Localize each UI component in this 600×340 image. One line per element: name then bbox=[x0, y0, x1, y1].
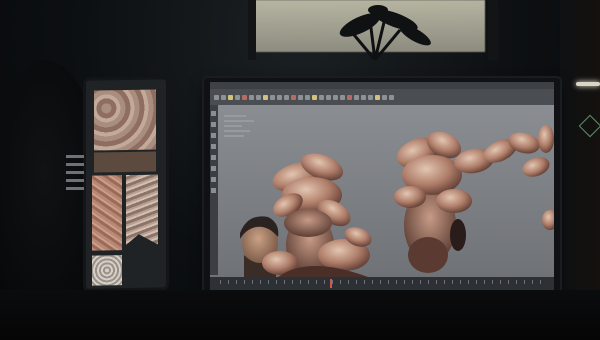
tool-icon[interactable] bbox=[319, 94, 324, 100]
tool-icon[interactable] bbox=[256, 94, 261, 100]
tool-icon[interactable] bbox=[368, 94, 373, 100]
toolbar[interactable] bbox=[210, 89, 554, 105]
right-wall bbox=[560, 0, 600, 340]
tool-icon[interactable] bbox=[389, 94, 394, 100]
tool-icon[interactable] bbox=[249, 94, 254, 100]
tool-icon[interactable] bbox=[263, 94, 268, 100]
tool-icon[interactable] bbox=[221, 94, 226, 100]
tool-icon[interactable] bbox=[277, 94, 282, 100]
tool-icon[interactable] bbox=[312, 94, 317, 100]
tool-icon[interactable] bbox=[354, 94, 359, 100]
texture-swatch bbox=[126, 174, 158, 245]
timeline-bar[interactable] bbox=[210, 277, 554, 290]
desk bbox=[0, 290, 600, 340]
tool-shelf-left[interactable] bbox=[210, 105, 218, 275]
plant-silhouette bbox=[339, 5, 431, 60]
lamp bbox=[576, 82, 600, 86]
tool-icon[interactable] bbox=[347, 94, 352, 100]
photo-scene bbox=[0, 0, 600, 340]
texture-swatch bbox=[94, 89, 156, 151]
tool-icon[interactable] bbox=[242, 94, 247, 100]
tool-icon[interactable] bbox=[340, 94, 345, 100]
tool-icon[interactable] bbox=[228, 94, 233, 100]
tool-icon[interactable] bbox=[333, 94, 338, 100]
tool-icon[interactable] bbox=[375, 94, 380, 100]
texture-swatch bbox=[94, 151, 156, 173]
tool-icon[interactable] bbox=[291, 94, 296, 100]
left-monitor bbox=[86, 79, 166, 289]
tool-icon[interactable] bbox=[326, 94, 331, 100]
texture-swatch bbox=[92, 175, 122, 251]
tool-icon[interactable] bbox=[382, 94, 387, 100]
tool-icon[interactable] bbox=[270, 94, 275, 100]
left-monitor-ui bbox=[66, 150, 84, 220]
tool-icon[interactable] bbox=[361, 94, 366, 100]
tool-icon[interactable] bbox=[305, 94, 310, 100]
texture-swatch bbox=[92, 255, 122, 286]
infected-head-model bbox=[394, 125, 554, 273]
main-monitor bbox=[204, 78, 560, 296]
channel-box-list[interactable] bbox=[224, 112, 284, 152]
menu-bar[interactable] bbox=[210, 82, 554, 89]
tool-icon[interactable] bbox=[235, 94, 240, 100]
tool-icon[interactable] bbox=[298, 94, 303, 100]
infected-head-model bbox=[262, 153, 372, 277]
3d-software-window bbox=[210, 82, 554, 290]
timeline-playhead[interactable] bbox=[330, 279, 332, 288]
tool-icon[interactable] bbox=[284, 94, 289, 100]
tool-icon[interactable] bbox=[214, 94, 219, 100]
